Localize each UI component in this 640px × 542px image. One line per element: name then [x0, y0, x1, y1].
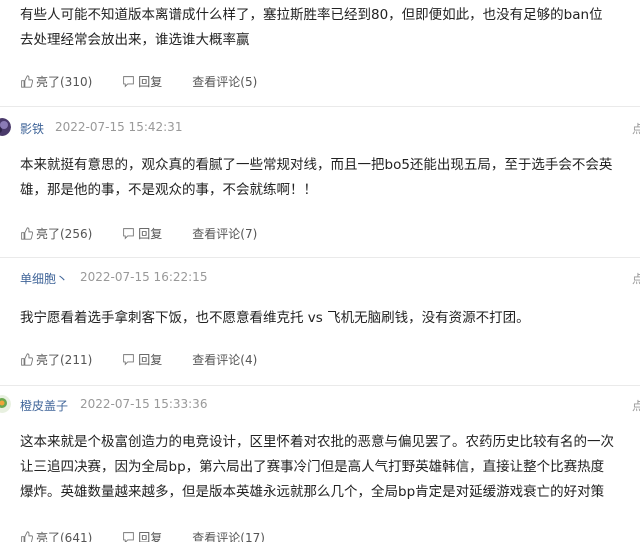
view-replies-link[interactable]: 查看评论(5) [192, 73, 257, 90]
divider [0, 385, 640, 386]
report-link[interactable]: 点 [632, 397, 640, 414]
timestamp: 2022-07-15 15:42:31 [55, 120, 183, 134]
timestamp: 2022-07-15 15:33:36 [80, 397, 208, 411]
like-count-label: 亮了(641) [36, 530, 93, 542]
reply-label: 回复 [138, 74, 163, 89]
reply-icon [123, 75, 135, 87]
username[interactable]: 橙皮盖子 [20, 397, 68, 414]
view-replies-link[interactable]: 查看评论(4) [192, 351, 257, 368]
comment-actions: 亮了(641) 回复 查看评论(17) [20, 529, 295, 542]
reply-icon [123, 227, 135, 239]
report-link[interactable]: 点 [632, 120, 640, 137]
divider [0, 257, 640, 258]
like-button[interactable]: 亮了(211) [20, 351, 92, 368]
like-count-label: 亮了(211) [36, 352, 93, 367]
reply-button[interactable]: 回复 [122, 351, 162, 368]
view-replies-link[interactable]: 查看评论(7) [192, 225, 257, 242]
timestamp: 2022-07-15 16:22:15 [80, 270, 208, 284]
thumbs-up-icon [21, 352, 33, 366]
comment-text: 本来就挺有意思的，观众真的看腻了一些常规对线，而且一把bo5还能出现五局，至于选… [20, 157, 613, 198]
thumbs-up-icon [21, 530, 33, 542]
reply-label: 回复 [138, 530, 163, 542]
avatar[interactable] [0, 118, 11, 136]
comment-text: 有些人可能不知道版本离谱成什么样了，塞拉斯胜率已经到80，但即便如此，也没有足够… [20, 7, 603, 48]
reply-button[interactable]: 回复 [122, 529, 162, 542]
username[interactable]: 影铁 [20, 120, 44, 137]
like-button[interactable]: 亮了(641) [20, 529, 92, 542]
reply-label: 回复 [138, 352, 163, 367]
comment-text: 我宁愿看着选手拿刺客下饭，也不愿意看维克托 vs 飞机无脑刷钱，没有资源不打团。 [20, 310, 530, 326]
like-count-label: 亮了(256) [36, 226, 93, 241]
comment-text: 这本来就是个极富创造力的电竞设计，区里怀着对农批的恶意与偏见罢了。农药历史比较有… [20, 434, 614, 500]
like-count-label: 亮了(310) [36, 74, 93, 89]
reply-button[interactable]: 回复 [122, 225, 162, 242]
comment-actions: 亮了(211) 回复 查看评论(4) [20, 351, 287, 367]
like-button[interactable]: 亮了(256) [20, 225, 92, 242]
like-button[interactable]: 亮了(310) [20, 73, 92, 90]
username[interactable]: 单细胞丶 [20, 270, 68, 287]
thumbs-up-icon [21, 74, 33, 88]
avatar[interactable] [0, 395, 11, 413]
comment-actions: 亮了(310) 回复 查看评论(5) [20, 73, 287, 89]
reply-icon [123, 353, 135, 365]
reply-label: 回复 [138, 226, 163, 241]
divider [0, 106, 640, 107]
reply-icon [123, 531, 135, 542]
reply-button[interactable]: 回复 [122, 73, 162, 90]
view-replies-link[interactable]: 查看评论(17) [192, 529, 265, 542]
thumbs-up-icon [21, 226, 33, 240]
report-link[interactable]: 点 [632, 270, 640, 287]
comment-actions: 亮了(256) 回复 查看评论(7) [20, 225, 287, 241]
